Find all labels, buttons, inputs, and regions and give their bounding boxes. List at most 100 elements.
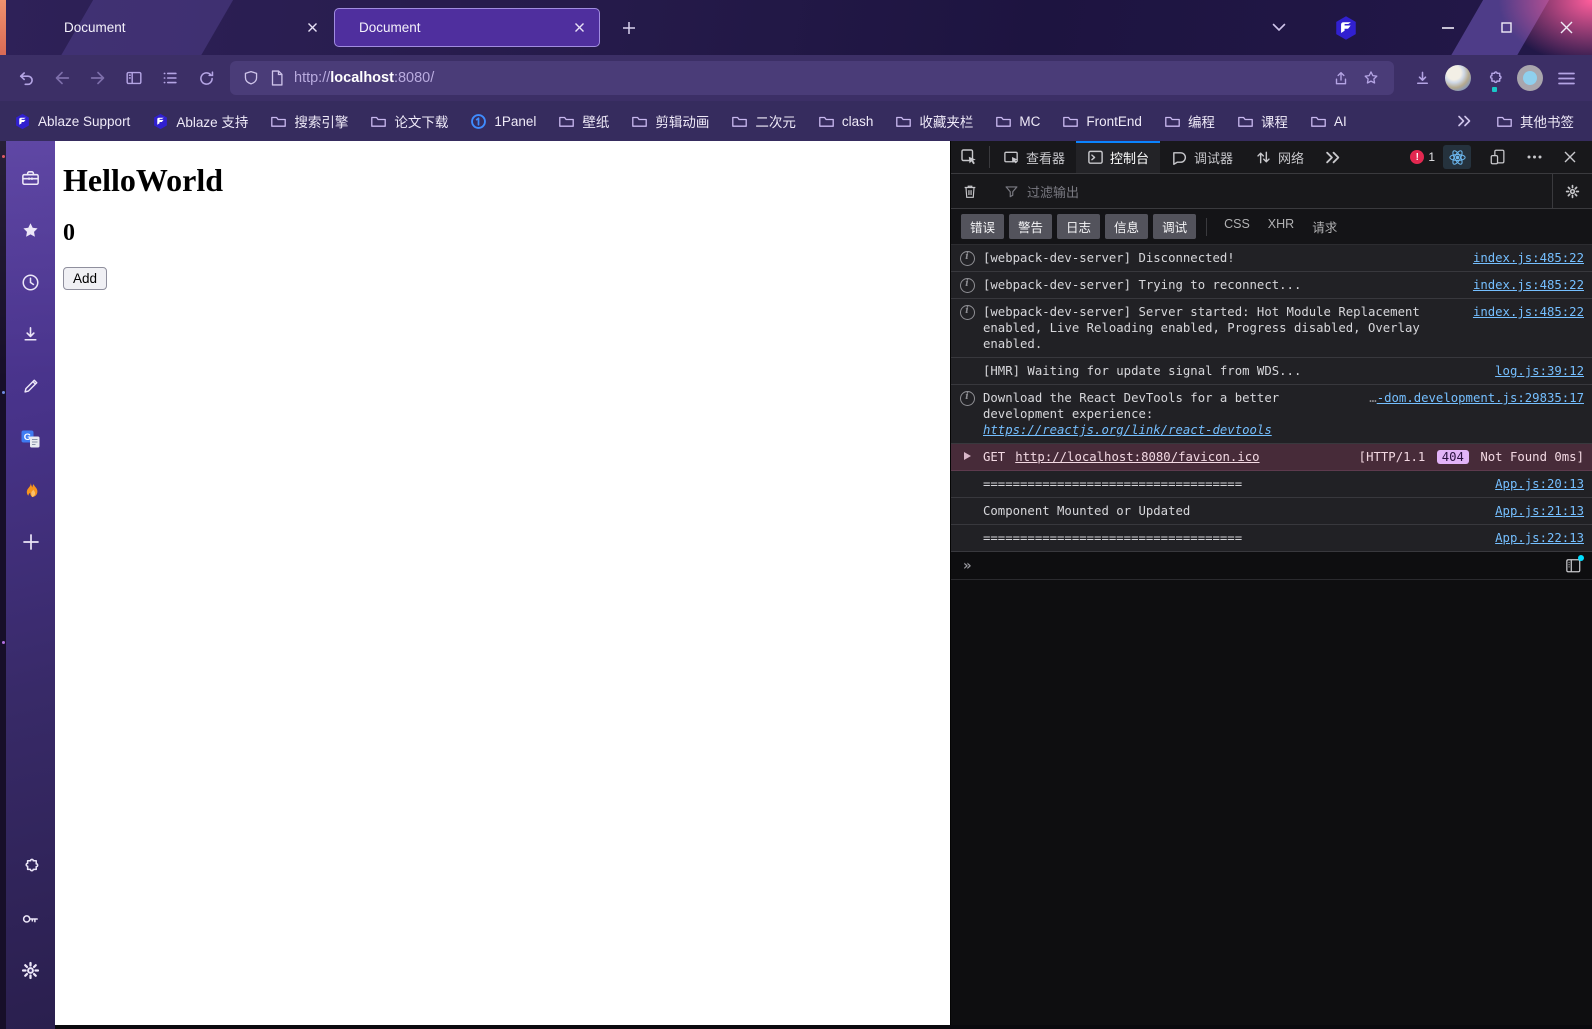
tracking-shield-icon[interactable] [242, 69, 260, 87]
split-console-icon[interactable] [1565, 558, 1582, 574]
add-panel-plus-icon[interactable] [14, 525, 48, 559]
downloads-icon[interactable] [14, 317, 48, 351]
filter-category-link[interactable]: 请求 [1312, 217, 1337, 236]
window-close-button[interactable] [1540, 0, 1592, 55]
network-request-url[interactable]: http://localhost:8080/favicon.ico [1015, 450, 1259, 464]
flame-icon[interactable] [14, 473, 48, 507]
window-minimize-button[interactable] [1424, 0, 1472, 55]
bookmark-item[interactable]: 搜索引擎 [270, 111, 348, 131]
devtools-more-tabs-icon[interactable] [1315, 141, 1351, 173]
filter-level-button[interactable]: 调试 [1153, 214, 1196, 239]
react-devtools-atom-icon[interactable] [1443, 145, 1471, 169]
bookmark-item[interactable]: 课程 [1237, 111, 1288, 131]
console-row[interactable]: ===================================App.j… [951, 525, 1592, 552]
bookmark-item[interactable]: 壁纸 [558, 111, 609, 131]
tab-document-2-active[interactable]: Document [334, 8, 600, 47]
bookmark-item[interactable]: 收藏夹栏 [895, 111, 973, 131]
bookmark-item[interactable]: Ablaze 支持 [152, 111, 248, 131]
bookmark-label: 收藏夹栏 [919, 111, 973, 131]
notes-pencil-icon[interactable] [14, 369, 48, 403]
history-clock-icon[interactable] [14, 265, 48, 299]
source-link[interactable]: log.js:39:12 [1495, 364, 1584, 378]
console-row-network-error[interactable]: GEThttp://localhost:8080/favicon.ico[HTT… [951, 444, 1592, 471]
forward-button[interactable] [80, 62, 116, 94]
bookmark-item[interactable]: 二次元 [731, 111, 796, 131]
account-button[interactable] [1512, 62, 1548, 94]
downloads-button[interactable] [1404, 62, 1440, 94]
responsive-design-icon[interactable] [1480, 148, 1516, 166]
page-info-icon[interactable] [269, 69, 285, 87]
url-bar[interactable]: http://localhost:8080/ [230, 61, 1394, 95]
console-filter-input[interactable]: 过滤输出 [994, 182, 1552, 201]
bookmarks-star-icon[interactable] [14, 213, 48, 247]
bookmark-other-bookmarks[interactable]: 其他书签 [1496, 111, 1574, 131]
reader-list-button[interactable] [152, 62, 188, 94]
error-count-badge[interactable]: ! 1 [1410, 150, 1435, 164]
add-button[interactable]: Add [63, 267, 107, 290]
source-link[interactable]: -dom.development.js:29835:17 [1377, 391, 1584, 405]
bookmark-item[interactable]: clash [818, 113, 874, 130]
bookmark-item[interactable]: 1Panel [470, 113, 536, 130]
share-icon[interactable] [1326, 64, 1356, 92]
devtools-tab-network[interactable]: 网络 [1244, 141, 1315, 173]
console-row[interactable]: [webpack-dev-server] Trying to reconnect… [951, 272, 1592, 299]
undo-closed-tab-button[interactable] [8, 62, 44, 94]
bookmark-item[interactable]: Ablaze Support [14, 113, 130, 130]
console-row[interactable]: [HMR] Waiting for update signal from WDS… [951, 358, 1592, 385]
filter-category-link[interactable]: XHR [1268, 217, 1294, 236]
source-link[interactable]: index.js:485:22 [1473, 305, 1584, 319]
reload-button[interactable] [188, 62, 224, 94]
filter-level-button[interactable]: 信息 [1105, 214, 1148, 239]
source-link[interactable]: App.js:22:13 [1495, 531, 1584, 545]
source-link[interactable]: index.js:485:22 [1473, 251, 1584, 265]
filter-level-button[interactable]: 警告 [1009, 214, 1052, 239]
console-row[interactable]: [webpack-dev-server] Server started: Hot… [951, 299, 1592, 358]
expand-arrow-icon[interactable] [951, 449, 983, 460]
devtools-close-icon[interactable] [1552, 151, 1588, 163]
profile-avatar[interactable] [1440, 62, 1476, 94]
back-button[interactable] [44, 62, 80, 94]
devtools-menu-icon[interactable] [1516, 155, 1552, 159]
bookmark-star-icon[interactable] [1356, 64, 1386, 92]
tab-close-icon[interactable] [300, 16, 324, 40]
toolbox-icon[interactable] [14, 161, 48, 195]
source-link[interactable]: App.js:20:13 [1495, 477, 1584, 491]
filter-level-button[interactable]: 日志 [1057, 214, 1100, 239]
source-link[interactable]: index.js:485:22 [1473, 278, 1584, 292]
console-row[interactable]: Download the React DevTools for a better… [951, 385, 1592, 444]
bookmark-item[interactable]: 编程 [1164, 111, 1215, 131]
bookmark-item[interactable]: MC [995, 113, 1040, 130]
console-settings-gear-icon[interactable] [1552, 174, 1592, 208]
devtools-tab-console[interactable]: 控制台 [1076, 141, 1160, 173]
menu-button[interactable] [1548, 62, 1584, 94]
devtools-tab-debugger[interactable]: 调试器 [1160, 141, 1244, 173]
devtools-tab-inspector[interactable]: 查看器 [992, 141, 1076, 173]
window-maximize-button[interactable] [1482, 0, 1530, 55]
clear-console-trash-icon[interactable] [951, 174, 989, 208]
pick-element-icon[interactable] [951, 141, 987, 173]
console-row[interactable]: Component Mounted or UpdatedApp.js:21:13 [951, 498, 1592, 525]
settings-gear-icon[interactable] [14, 953, 48, 987]
console-input-row[interactable]: » [951, 552, 1592, 580]
browser-logo-icon[interactable] [1328, 0, 1364, 55]
bookmark-item[interactable]: AI [1310, 113, 1347, 130]
list-all-tabs-button[interactable] [1262, 0, 1296, 55]
bookmarks-overflow-button[interactable] [1457, 115, 1472, 127]
filter-category-link[interactable]: CSS [1224, 217, 1250, 236]
new-tab-button[interactable] [614, 14, 644, 42]
bookmark-item[interactable]: 论文下载 [370, 111, 448, 131]
sidebar-extensions-puzzle-icon[interactable] [14, 849, 48, 883]
bookmark-item[interactable]: 剪辑动画 [631, 111, 709, 131]
sidebar-toggle-button[interactable] [116, 62, 152, 94]
react-devtools-link[interactable]: https://reactjs.org/link/react-devtools [983, 423, 1272, 437]
console-row[interactable]: ===================================App.j… [951, 471, 1592, 498]
console-row[interactable]: [webpack-dev-server] Disconnected!index.… [951, 245, 1592, 272]
extensions-button[interactable] [1476, 62, 1512, 94]
bookmark-item[interactable]: FrontEnd [1062, 113, 1142, 130]
tab-document-1[interactable]: Document [40, 8, 332, 47]
filter-level-button[interactable]: 错误 [961, 214, 1004, 239]
translate-icon[interactable]: G [14, 421, 48, 455]
tab-close-icon[interactable] [567, 16, 591, 40]
source-link[interactable]: App.js:21:13 [1495, 504, 1584, 518]
passwords-key-icon[interactable] [14, 901, 48, 935]
